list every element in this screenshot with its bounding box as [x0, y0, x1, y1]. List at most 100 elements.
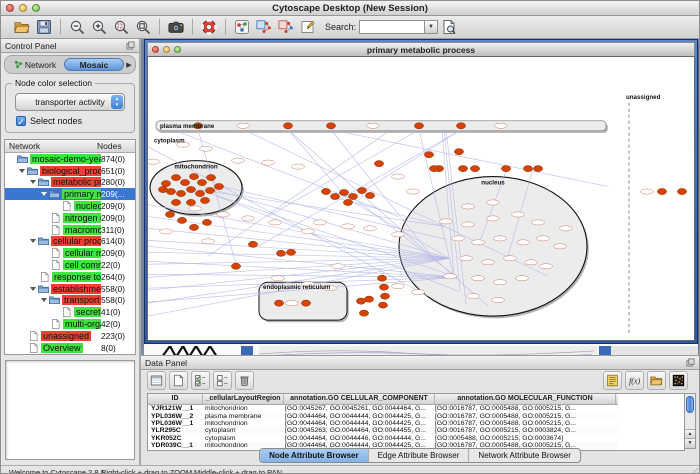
- network-node-label[interactable]: [262, 160, 275, 165]
- select-attributes-icon[interactable]: [191, 371, 210, 390]
- network-node-selected[interactable]: [283, 123, 292, 129]
- column-header[interactable]: annotation.GO CELLULAR_COMPONENT: [284, 394, 435, 404]
- tab-overflow-arrow[interactable]: ▶: [124, 61, 134, 69]
- network-node-selected[interactable]: [470, 166, 479, 172]
- network-node-label[interactable]: [525, 260, 538, 265]
- table-scrollbar[interactable]: ▲ ▼: [684, 393, 696, 449]
- network-node-selected[interactable]: [202, 219, 211, 225]
- network-node-selected[interactable]: [501, 166, 510, 172]
- network-filter-icon[interactable]: [277, 18, 295, 36]
- function-builder-icon[interactable]: f(x): [625, 371, 644, 390]
- network-node-label[interactable]: [232, 158, 245, 163]
- scrollbar-thumb[interactable]: [686, 396, 694, 413]
- expand-arrow-icon[interactable]: [30, 180, 36, 184]
- network-node-selected[interactable]: [165, 211, 174, 217]
- network-node-label[interactable]: [516, 276, 529, 281]
- column-header[interactable]: ID: [148, 394, 203, 404]
- network-node-label[interactable]: [517, 240, 530, 245]
- tab-edge-attribute-browser[interactable]: Edge Attribute Browser: [368, 449, 469, 462]
- network-node-label[interactable]: [342, 224, 355, 229]
- network-node-selected[interactable]: [456, 123, 465, 129]
- network-node-label[interactable]: [440, 219, 453, 224]
- network-node-selected[interactable]: [356, 298, 365, 304]
- tree-row-cellular-metabol[interactable]: cellular metabol209(0): [5, 247, 135, 259]
- network-node-selected[interactable]: [330, 193, 339, 199]
- column-header[interactable]: _cellularLayoutRegion: [203, 394, 284, 404]
- network-node-selected[interactable]: [286, 249, 295, 255]
- network-selection-icon[interactable]: [255, 18, 273, 36]
- network-node-selected[interactable]: [176, 190, 185, 196]
- tree-row-secretion[interactable]: secretion41(0): [5, 306, 135, 318]
- vizmapper-icon[interactable]: [233, 18, 251, 36]
- network-node-selected[interactable]: [214, 183, 223, 189]
- delete-attribute-icon[interactable]: [235, 371, 254, 390]
- network-node-label[interactable]: [460, 256, 473, 261]
- unselect-attributes-icon[interactable]: [213, 371, 232, 390]
- scroll-down-arrow[interactable]: ▼: [685, 438, 695, 448]
- network-node-selected[interactable]: [365, 192, 374, 198]
- create-attribute-icon[interactable]: [169, 371, 188, 390]
- tree-row-metabolic-process[interactable]: metabolic process280(0): [5, 177, 135, 189]
- network-node-selected[interactable]: [359, 310, 368, 316]
- network-node-selected[interactable]: [321, 188, 330, 194]
- network-canvas[interactable]: plasma membranecytoplasmmitochondrionnuc…: [147, 56, 695, 341]
- network-node-selected[interactable]: [379, 284, 388, 290]
- network-node-label[interactable]: [560, 226, 573, 231]
- network-node-selected[interactable]: [523, 166, 532, 172]
- tree-row-transport[interactable]: transport558(0): [5, 295, 135, 307]
- network-node-selected[interactable]: [274, 300, 283, 306]
- zoom-selected-icon[interactable]: [112, 18, 130, 36]
- tree-row-nucleobase-[interactable]: nucleobase-209(0): [5, 200, 135, 212]
- table-row[interactable]: YLR295Ccytoplasm[GO:0045263, GO:0044464,…: [148, 427, 618, 434]
- network-node-label[interactable]: [641, 189, 654, 194]
- network-node-label[interactable]: [392, 284, 405, 289]
- table-row[interactable]: YJR121W__1mitochondrion[GO:0045267, GO:0…: [148, 405, 618, 412]
- birds-eye-view[interactable]: [5, 360, 135, 460]
- tree-row-establishment-of-lo[interactable]: establishment of lo558(0): [5, 283, 135, 295]
- network-node-label[interactable]: [540, 264, 553, 269]
- network-node-label[interactable]: [495, 123, 508, 128]
- network-node-selected[interactable]: [380, 293, 389, 299]
- network-edge[interactable]: [331, 130, 608, 187]
- network-node-selected[interactable]: [677, 188, 686, 194]
- network-node-selected[interactable]: [357, 187, 366, 193]
- network-node-selected[interactable]: [158, 186, 167, 192]
- network-node-selected[interactable]: [378, 302, 387, 308]
- network-node-label[interactable]: [504, 256, 517, 261]
- help-icon[interactable]: [200, 18, 218, 36]
- network-node-label[interactable]: [537, 236, 550, 241]
- network-node-label[interactable]: [452, 236, 465, 241]
- network-node-label[interactable]: [286, 301, 299, 306]
- table-row[interactable]: YPL036W__2plasma membrane[GO:0044464, GO…: [148, 412, 618, 419]
- network-node-selected[interactable]: [339, 189, 348, 195]
- network-node-label[interactable]: [487, 216, 500, 221]
- expand-arrow-icon[interactable]: [30, 239, 36, 243]
- tab-node-attribute-browser[interactable]: Node Attribute Browser: [260, 449, 368, 462]
- network-node-selected[interactable]: [343, 199, 352, 205]
- node-color-select[interactable]: transporter activity ▲▼: [15, 93, 125, 111]
- network-node-selected[interactable]: [171, 199, 180, 205]
- network-node-selected[interactable]: [195, 190, 204, 196]
- network-node-selected[interactable]: [248, 241, 257, 247]
- network-node-selected[interactable]: [189, 224, 198, 230]
- network-node-selected[interactable]: [231, 263, 240, 269]
- network-node-label[interactable]: [492, 298, 505, 303]
- network-node-label[interactable]: [148, 159, 160, 164]
- save-icon[interactable]: [35, 18, 53, 36]
- network-node-selected[interactable]: [424, 152, 433, 158]
- network-node-label[interactable]: [462, 222, 475, 227]
- snapshot-icon[interactable]: [167, 18, 185, 36]
- network-node-selected[interactable]: [186, 199, 195, 205]
- resize-grip-icon[interactable]: [689, 468, 698, 474]
- network-node-label[interactable]: [444, 274, 457, 279]
- zoom-fit-icon[interactable]: [134, 18, 152, 36]
- network-node-selected[interactable]: [377, 275, 386, 281]
- tree-row-multi-organism-pro[interactable]: multi-organism pro42(0): [5, 318, 135, 330]
- attribute-table-icon[interactable]: [147, 371, 166, 390]
- expand-arrow-icon[interactable]: [30, 287, 36, 291]
- network-node-selected[interactable]: [180, 179, 189, 185]
- tab-network-attribute-browser[interactable]: Network Attribute Browser: [468, 449, 579, 462]
- network-node-label[interactable]: [462, 204, 475, 209]
- expand-arrow-icon[interactable]: [41, 192, 47, 196]
- tree-row-primary-metabo[interactable]: primary metabo209(...: [5, 188, 135, 200]
